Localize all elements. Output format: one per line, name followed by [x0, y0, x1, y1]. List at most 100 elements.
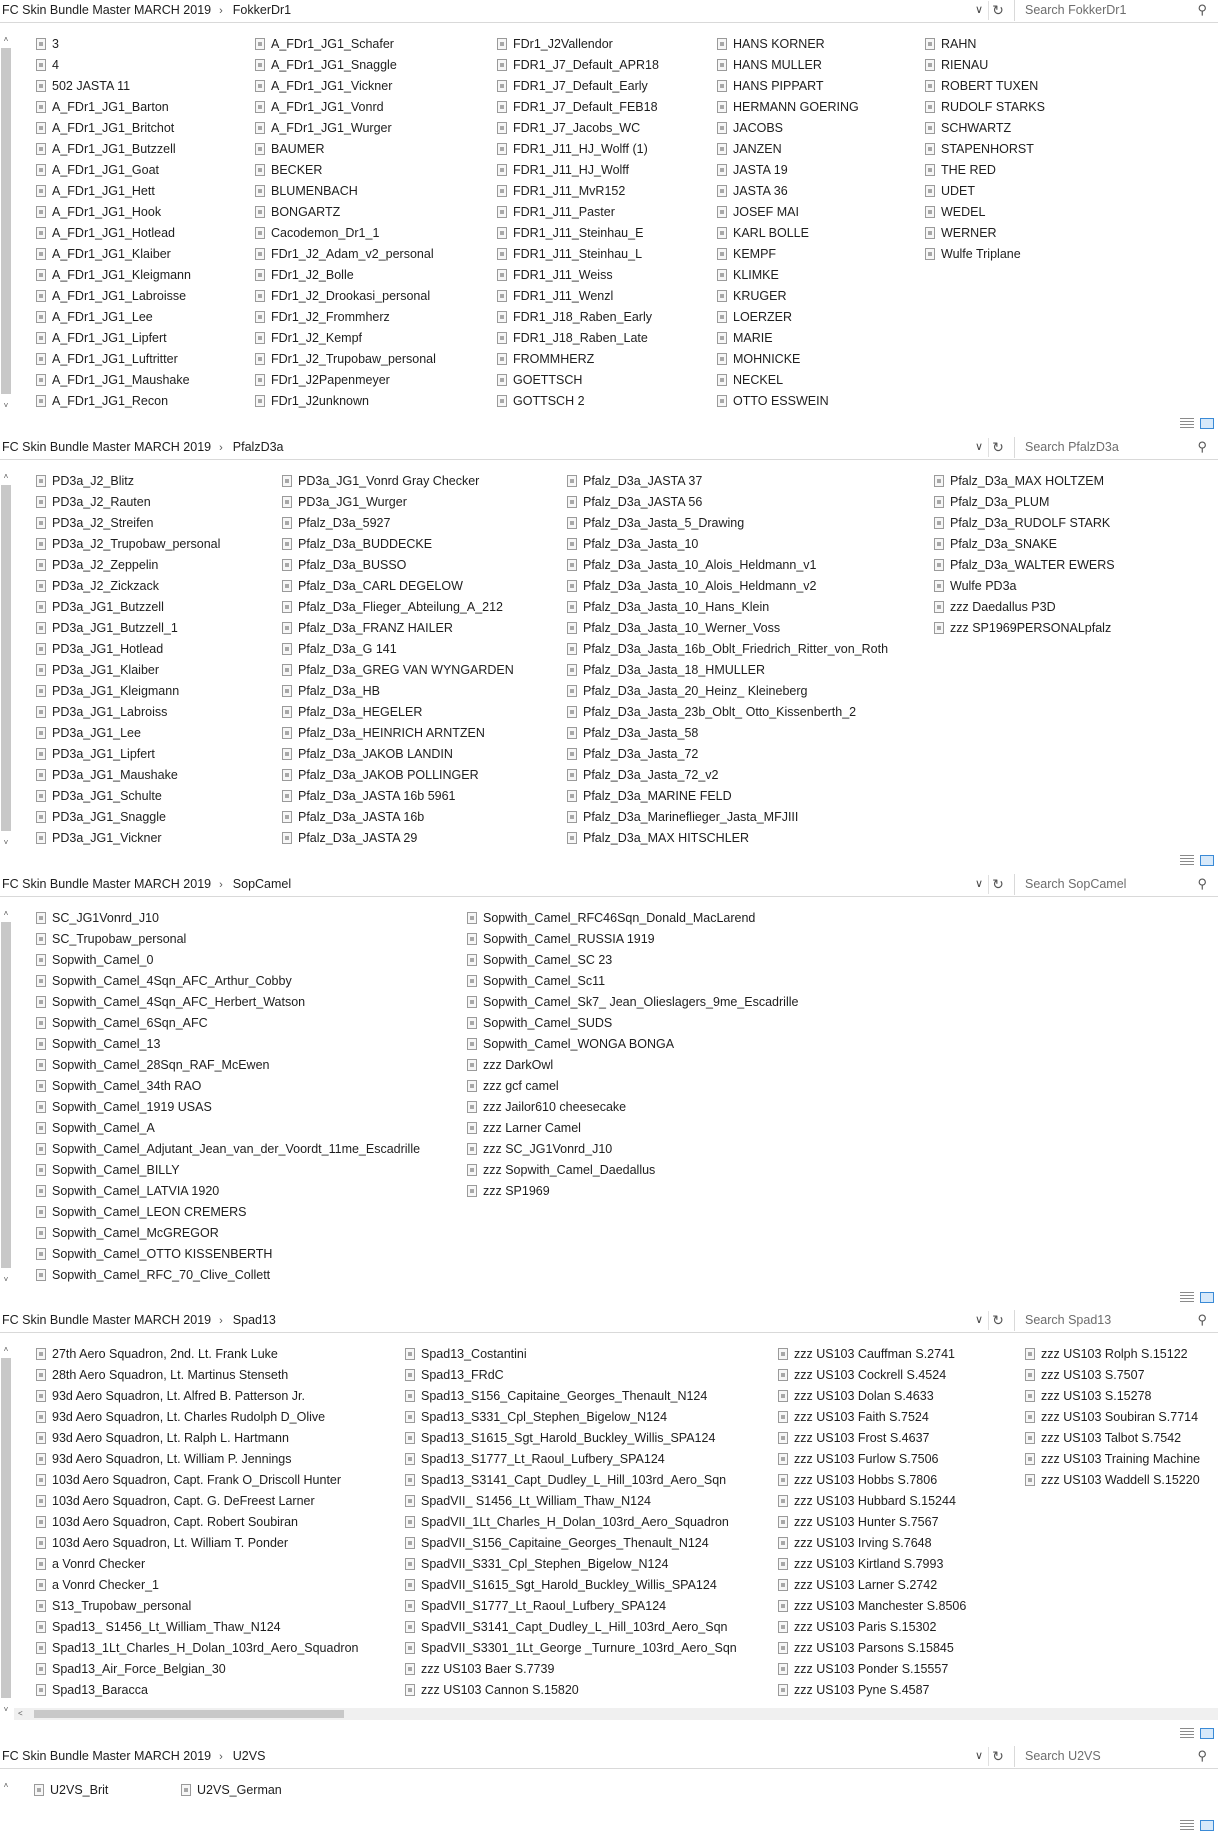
file-item[interactable]: zzz US103 Paris S.15302: [778, 1617, 966, 1638]
file-item[interactable]: FDR1_J11_HJ_Wolff: [497, 160, 659, 181]
file-item[interactable]: A_FDr1_JG1_Maushake: [36, 370, 191, 391]
search-input[interactable]: [1023, 876, 1187, 892]
file-item[interactable]: Sopwith_Camel_0: [36, 950, 420, 971]
file-item[interactable]: A_FDr1_JG1_Snaggle: [255, 55, 436, 76]
file-item[interactable]: A_FDr1_JG1_Vickner: [255, 76, 436, 97]
file-item[interactable]: a Vonrd Checker_1: [36, 1575, 358, 1596]
file-item[interactable]: A_FDr1_JG1_Vonrd: [255, 97, 436, 118]
file-item[interactable]: RIENAU: [925, 55, 1045, 76]
large-icons-view-icon[interactable]: [1200, 1820, 1214, 1831]
file-item[interactable]: Pfalz_D3a_Jasta_10_Alois_Heldmann_v2: [567, 576, 888, 597]
file-item[interactable]: HANS KORNER: [717, 34, 859, 55]
file-item[interactable]: Sopwith_Camel_4Sqn_AFC_Arthur_Cobby: [36, 971, 420, 992]
file-item[interactable]: Sopwith_Camel_28Sqn_RAF_McEwen: [36, 1055, 420, 1076]
file-item[interactable]: PD3a_JG1_Schulte: [36, 786, 220, 807]
file-item[interactable]: SC_Trupobaw_personal: [36, 929, 420, 950]
file-item[interactable]: zzz US103 Training Machine: [1025, 1449, 1200, 1470]
chevron-down-icon[interactable]: ∨: [970, 1747, 989, 1766]
file-item[interactable]: Pfalz_D3a_JASTA 16b: [282, 807, 514, 828]
file-item[interactable]: Pfalz_D3a_MAX HOLTZEM: [934, 471, 1115, 492]
file-item[interactable]: 28th Aero Squadron, Lt. Martinus Stenset…: [36, 1365, 358, 1386]
file-item[interactable]: zzz US103 Talbot S.7542: [1025, 1428, 1200, 1449]
file-item[interactable]: Wulfe PD3a: [934, 576, 1115, 597]
file-item[interactable]: THE RED: [925, 160, 1045, 181]
address-bar[interactable]: FC Skin Bundle Master MARCH 2019 › FokkerD…: [0, 0, 1218, 23]
file-item[interactable]: zzz US103 Hubbard S.15244: [778, 1491, 966, 1512]
file-item[interactable]: FDr1_J2_Frommherz: [255, 307, 436, 328]
file-item[interactable]: SpadVII_S1777_Lt_Raoul_Lufbery_SPA124: [405, 1596, 737, 1617]
search-icon[interactable]: ⚲: [1197, 876, 1207, 892]
file-item[interactable]: Pfalz_D3a_FRANZ HAILER: [282, 618, 514, 639]
view-toggle[interactable]: [1180, 855, 1216, 867]
file-item[interactable]: U2VS_Brit: [34, 1780, 108, 1801]
details-view-icon[interactable]: [1180, 1820, 1194, 1831]
file-item[interactable]: FDR1_J7_Default_Early: [497, 76, 659, 97]
scroll-thumb[interactable]: [34, 1710, 344, 1718]
file-item[interactable]: SCHWARTZ: [925, 118, 1045, 139]
file-item[interactable]: Pfalz_D3a_Jasta_5_Drawing: [567, 513, 888, 534]
search-box[interactable]: ⚲: [1014, 1746, 1213, 1767]
file-item[interactable]: Sopwith_Camel_Sk7_ Jean_Olieslagers_9me_…: [467, 992, 798, 1013]
large-icons-view-icon[interactable]: [1200, 1728, 1214, 1739]
file-item[interactable]: Spad13_ S1456_Lt_William_Thaw_N124: [36, 1617, 358, 1638]
file-item[interactable]: zzz US103 Faith S.7524: [778, 1407, 966, 1428]
file-item[interactable]: zzz Sopwith_Camel_Daedallus: [467, 1160, 798, 1181]
file-item[interactable]: zzz US103 Baer S.7739: [405, 1659, 737, 1680]
file-item[interactable]: BLUMENBACH: [255, 181, 436, 202]
breadcrumb-root[interactable]: FC Skin Bundle Master MARCH 2019: [2, 877, 211, 891]
file-item[interactable]: Spad13_S3141_Capt_Dudley_L_Hill_103rd_Ae…: [405, 1470, 737, 1491]
vertical-scrollbar[interactable]: ˄ ˅: [0, 34, 12, 412]
file-item[interactable]: KEMPF: [717, 244, 859, 265]
file-item[interactable]: Pfalz_D3a_Jasta_23b_Oblt_ Otto_Kissenber…: [567, 702, 888, 723]
file-item[interactable]: Spad13_S331_Cpl_Stephen_Bigelow_N124: [405, 1407, 737, 1428]
large-icons-view-icon[interactable]: [1200, 855, 1214, 866]
file-item[interactable]: FDR1_J11_Steinhau_L: [497, 244, 659, 265]
file-item[interactable]: Sopwith_Camel_6Sqn_AFC: [36, 1013, 420, 1034]
file-item[interactable]: Sopwith_Camel_RFC46Sqn_Donald_MacLarend: [467, 908, 798, 929]
file-item[interactable]: zzz US103 Larner S.2742: [778, 1575, 966, 1596]
file-item[interactable]: FDR1_J18_Raben_Late: [497, 328, 659, 349]
vertical-scrollbar[interactable]: ˄ ˅: [0, 471, 12, 849]
file-item[interactable]: zzz US103 Frost S.4637: [778, 1428, 966, 1449]
file-item[interactable]: PD3a_JG1_Kleigmann: [36, 681, 220, 702]
file-item[interactable]: RUDOLF STARKS: [925, 97, 1045, 118]
file-item[interactable]: A_FDr1_JG1_Luftritter: [36, 349, 191, 370]
scroll-down-icon[interactable]: ˅: [0, 1704, 12, 1716]
file-item[interactable]: 502 JASTA 11: [36, 76, 191, 97]
file-item[interactable]: zzz gcf camel: [467, 1076, 798, 1097]
file-item[interactable]: Spad13_Costantini: [405, 1344, 737, 1365]
file-item[interactable]: Pfalz_D3a_Marineflieger_Jasta_MFJIII: [567, 807, 888, 828]
vertical-scrollbar[interactable]: ˄ ˅: [0, 908, 12, 1286]
file-item[interactable]: PD3a_JG1_Butzzell: [36, 597, 220, 618]
file-item[interactable]: Cacodemon_Dr1_1: [255, 223, 436, 244]
file-item[interactable]: SC_JG1Vonrd_J10: [36, 908, 420, 929]
file-item[interactable]: zzz US103 Soubiran S.7714: [1025, 1407, 1200, 1428]
file-item[interactable]: KARL BOLLE: [717, 223, 859, 244]
search-input[interactable]: [1023, 439, 1187, 455]
file-item[interactable]: FDr1_J2_Kempf: [255, 328, 436, 349]
file-item[interactable]: MOHNICKE: [717, 349, 859, 370]
file-item[interactable]: A_FDr1_JG1_Barton: [36, 97, 191, 118]
file-item[interactable]: A_FDr1_JG1_Hook: [36, 202, 191, 223]
file-item[interactable]: FDR1_J11_MvR152: [497, 181, 659, 202]
file-item[interactable]: Pfalz_D3a_CARL DEGELOW: [282, 576, 514, 597]
search-box[interactable]: ⚲: [1014, 874, 1213, 895]
file-item[interactable]: Spad13_S1777_Lt_Raoul_Lufbery_SPA124: [405, 1449, 737, 1470]
file-item[interactable]: zzz US103 Cannon S.15820: [405, 1680, 737, 1701]
file-item[interactable]: FDR1_J11_Paster: [497, 202, 659, 223]
file-item[interactable]: Pfalz_D3a_Jasta_72_v2: [567, 765, 888, 786]
large-icons-view-icon[interactable]: [1200, 1292, 1214, 1303]
address-bar[interactable]: FC Skin Bundle Master MARCH 2019 › U2VS ∨ …: [0, 1746, 1218, 1769]
file-item[interactable]: JASTA 19: [717, 160, 859, 181]
file-item[interactable]: Pfalz_D3a_WALTER EWERS: [934, 555, 1115, 576]
file-item[interactable]: PD3a_J2_Zeppelin: [36, 555, 220, 576]
file-item[interactable]: HANS MULLER: [717, 55, 859, 76]
file-item[interactable]: 103d Aero Squadron, Capt. G. DeFreest La…: [36, 1491, 358, 1512]
file-item[interactable]: NECKEL: [717, 370, 859, 391]
scroll-left-icon[interactable]: ˂: [18, 1708, 23, 1720]
file-item[interactable]: Sopwith_Camel_McGREGOR: [36, 1223, 420, 1244]
breadcrumb-root[interactable]: FC Skin Bundle Master MARCH 2019: [2, 440, 211, 454]
file-item[interactable]: Pfalz_D3a_GREG VAN WYNGARDEN: [282, 660, 514, 681]
file-item[interactable]: A_FDr1_JG1_Lipfert: [36, 328, 191, 349]
file-item[interactable]: PD3a_JG1_Butzzell_1: [36, 618, 220, 639]
